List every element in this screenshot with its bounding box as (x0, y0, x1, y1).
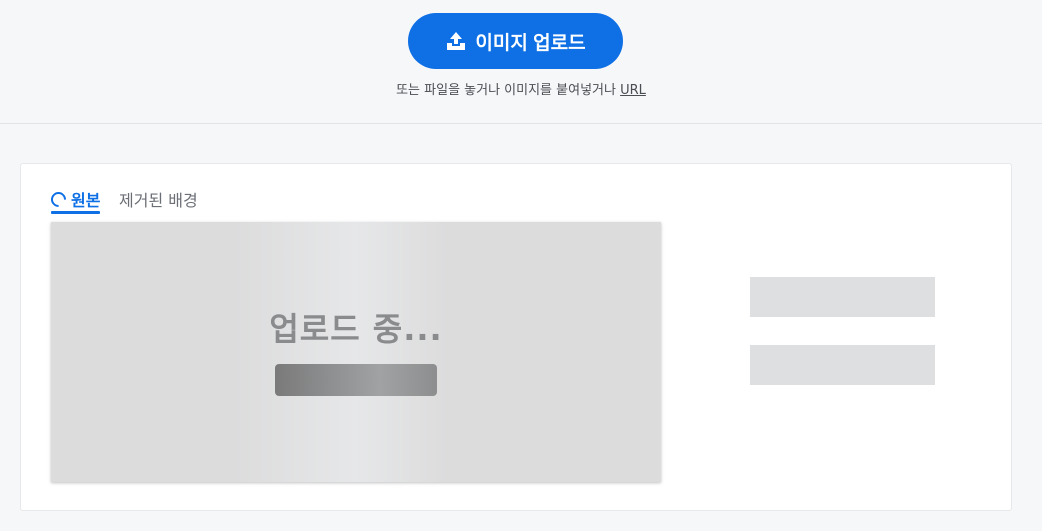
loading-spinner-icon (47, 188, 70, 210)
tab-original-label: 원본 (71, 191, 101, 210)
upload-hint: 또는 파일을 놓거나 이미지를 붙여넣거나 URL (0, 79, 1042, 98)
upload-button-label: 이미지 업로드 (475, 32, 586, 54)
download-button-placeholder (750, 277, 935, 317)
tab-removed-background[interactable]: 제거된 배경 (119, 186, 198, 212)
loading-skeleton-bar (275, 364, 437, 396)
tab-removed-background-label: 제거된 배경 (119, 191, 198, 210)
upload-image-button[interactable]: 이미지 업로드 (408, 13, 623, 69)
action-button-placeholder (750, 345, 935, 385)
upload-header: 이미지 업로드 또는 파일을 놓거나 이미지를 붙여넣거나 URL (0, 0, 1042, 124)
uploading-status: 업로드 중... (269, 310, 443, 348)
url-link[interactable]: URL (620, 83, 646, 98)
hint-text: 또는 파일을 놓거나 이미지를 붙여넣거나 (396, 83, 616, 98)
tab-original[interactable]: 원본 (47, 186, 101, 214)
image-preview: 업로드 중... (51, 222, 661, 482)
upload-icon (445, 31, 467, 51)
result-card: 원본 제거된 배경 업로드 중... (20, 163, 1012, 511)
